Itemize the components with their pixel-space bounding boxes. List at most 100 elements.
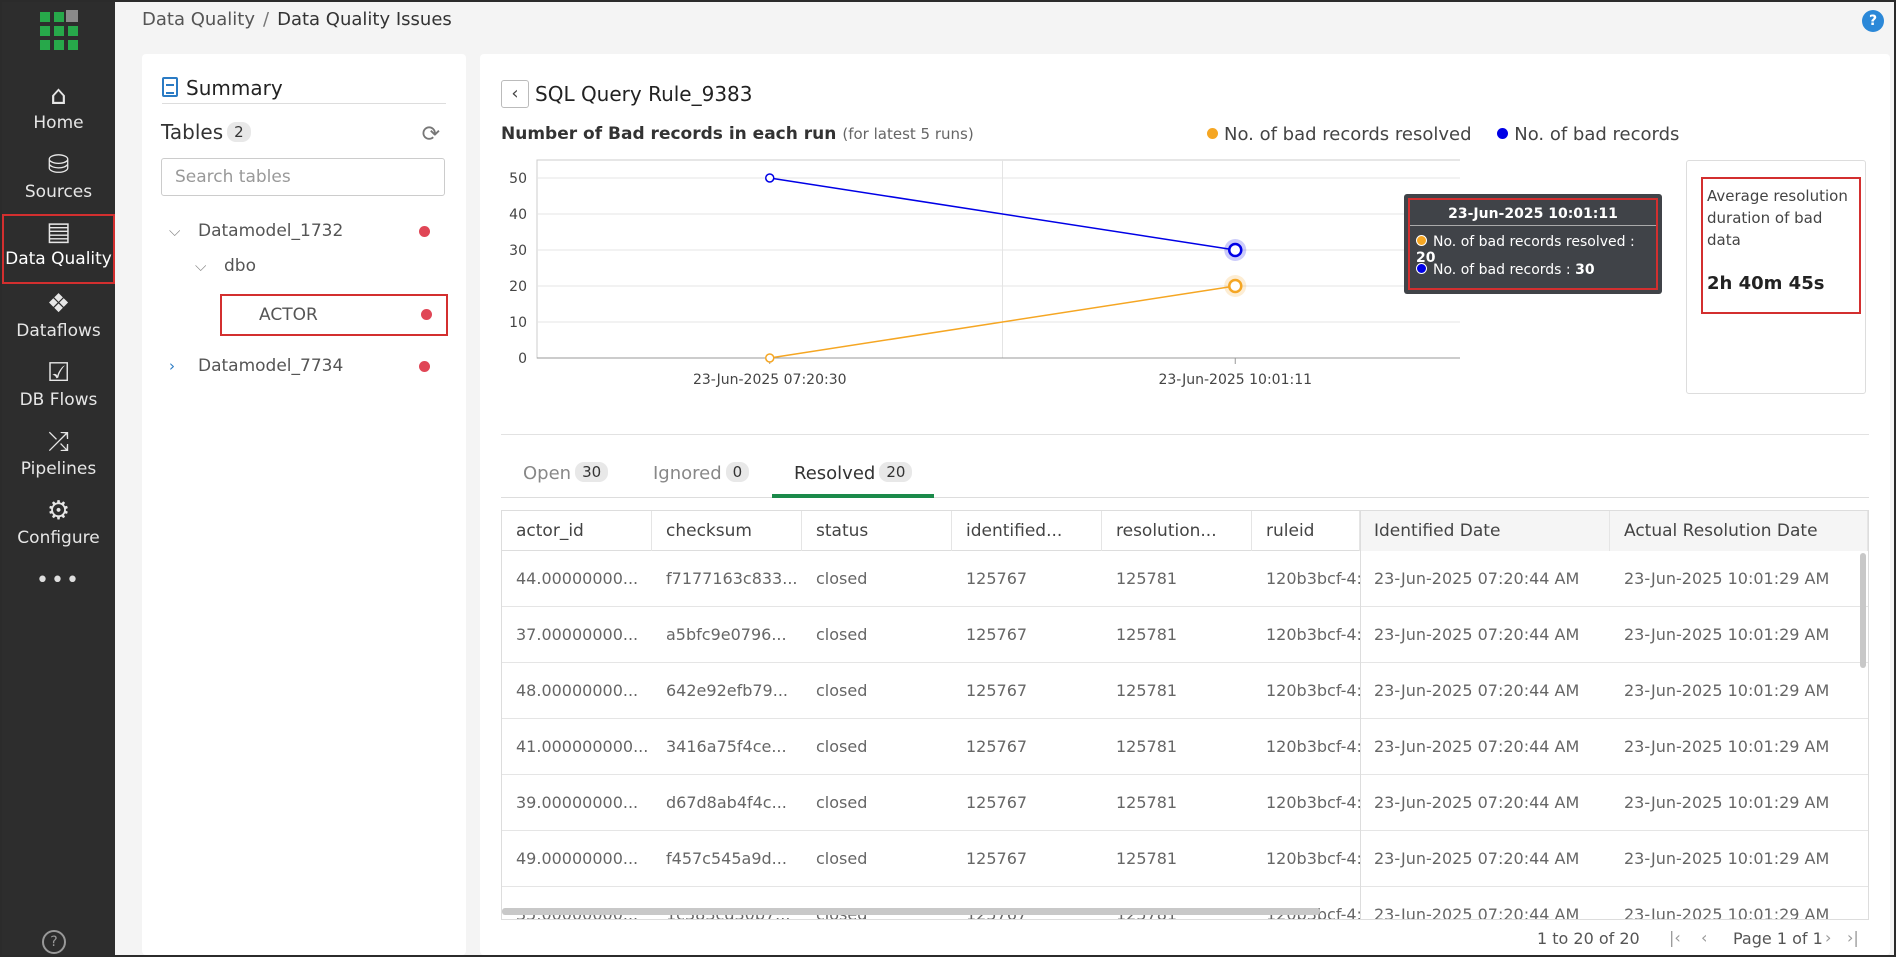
- table-cell: closed: [816, 625, 868, 644]
- status-dot: [421, 309, 432, 320]
- chevron-right-icon[interactable]: ›: [169, 349, 175, 383]
- column-header[interactable]: identified...: [952, 511, 1102, 551]
- table-row[interactable]: 37.00000000... a5bfc9e0796... closed 125767…: [502, 607, 1868, 663]
- table-cell: 23-Jun-2025 07:20:44 AM: [1374, 737, 1580, 756]
- column-header[interactable]: checksum: [652, 511, 802, 551]
- tooltip-bad-label: No. of bad records :: [1433, 262, 1576, 278]
- nav-dataflows[interactable]: ❖ Dataflows: [2, 288, 115, 356]
- breadcrumb-parent-link[interactable]: Data Quality: [142, 9, 255, 30]
- tooltip-row-bad: No. of bad records : 30: [1416, 262, 1595, 278]
- chart-title-text: Number of Bad records in each run: [501, 124, 837, 144]
- table-cell: closed: [816, 737, 868, 756]
- divider: [501, 434, 1869, 435]
- tooltip-resolved-label: No. of bad records resolved :: [1433, 234, 1635, 250]
- table-cell: closed: [816, 681, 868, 700]
- tooltip-bad-value: 30: [1575, 262, 1595, 278]
- tooltip-title: 23-Jun-2025 10:01:11: [1410, 206, 1656, 226]
- table-cell: 125767: [966, 849, 1028, 868]
- y-tick-label: 50: [509, 171, 527, 187]
- column-header[interactable]: ruleid: [1252, 511, 1360, 551]
- column-header[interactable]: Identified Date: [1360, 511, 1610, 551]
- y-tick-label: 20: [509, 279, 527, 295]
- refresh-icon[interactable]: ⟳: [422, 122, 440, 147]
- table-row[interactable]: 41.000000000... 3416a75f4ce... closed 12576…: [502, 719, 1868, 775]
- nav-sources[interactable]: ⛁ Sources: [2, 149, 115, 217]
- table-row[interactable]: 39.00000000... d67d8ab4f4c... closed 125767…: [502, 775, 1868, 831]
- tab-ignored[interactable]: Ignored 0: [631, 456, 771, 498]
- gear-icon: ⚙: [46, 496, 71, 526]
- table-cell: 44.00000000...: [516, 569, 639, 588]
- nav-db-flows[interactable]: ☑ DB Flows: [2, 357, 115, 425]
- breadcrumb-separator: /: [263, 9, 270, 30]
- legend-item-bad[interactable]: No. of bad records: [1497, 124, 1679, 145]
- column-header[interactable]: resolution...: [1102, 511, 1252, 551]
- nav-home[interactable]: ⌂ Home: [2, 80, 115, 148]
- side-nav: ⌂ Home ⛁ Sources ▤ Data Quality ❖ Datafl…: [2, 2, 115, 955]
- vertical-scrollbar[interactable]: [1860, 553, 1866, 668]
- help-icon[interactable]: ?: [1862, 10, 1884, 32]
- nav-data-quality[interactable]: ▤ Data Quality: [2, 214, 115, 284]
- nav-more-button[interactable]: •••: [2, 568, 115, 593]
- table-row[interactable]: 35.00000000...1c383cd30b7...closed125767…: [502, 887, 1868, 919]
- issue-tabs: Open 30 Ignored 0 Resolved 20: [501, 456, 1869, 498]
- tooltip-dot-resolved: [1416, 235, 1427, 246]
- back-button[interactable]: ‹: [501, 80, 529, 108]
- tree-item-label: ACTOR: [259, 305, 318, 325]
- table-cell: 125767: [966, 569, 1028, 588]
- data-point: [765, 173, 775, 183]
- tab-open[interactable]: Open 30: [501, 456, 630, 498]
- legend-item-resolved[interactable]: No. of bad records resolved: [1207, 124, 1472, 145]
- table-cell: closed: [816, 849, 868, 868]
- table-cell: d67d8ab4f4c...: [666, 793, 787, 812]
- tab-ignored-count: 0: [725, 462, 750, 482]
- table-cell: closed: [816, 569, 868, 588]
- tree-item-dbo[interactable]: ⌵ dbo: [142, 249, 466, 283]
- table-row[interactable]: 44.00000000... f7177163c833... closed 12576…: [502, 551, 1868, 607]
- table-cell: 125781: [1116, 569, 1178, 588]
- tab-resolved[interactable]: Resolved 20: [772, 456, 935, 498]
- nav-configure[interactable]: ⚙ Configure: [2, 495, 115, 563]
- nav-help-icon[interactable]: ?: [42, 930, 66, 954]
- column-header[interactable]: Actual Resolution Date: [1610, 511, 1868, 551]
- table-cell: f457c545a9d...: [666, 849, 787, 868]
- column-header[interactable]: status: [802, 511, 952, 551]
- avg-resolution-card: Average resolution duration of bad data …: [1686, 160, 1866, 394]
- breadcrumb-current: Data Quality Issues: [277, 9, 452, 30]
- pagination: 1 to 20 of 20 |‹ Page 1 of 1 ‹ › ›|: [501, 926, 1869, 952]
- nav-pipelines[interactable]: ⤮ Pipelines: [2, 426, 115, 494]
- tree-item-datamodel-7734[interactable]: › Datamodel_7734: [142, 349, 466, 383]
- prev-page-icon[interactable]: ‹: [1701, 928, 1707, 947]
- summary-header: Summary: [162, 76, 446, 104]
- tables-label: Tables: [161, 120, 224, 144]
- table-cell: 23-Jun-2025 10:01:29 AM: [1624, 681, 1830, 700]
- column-header[interactable]: actor_id: [502, 511, 652, 551]
- status-dot: [419, 361, 430, 372]
- first-page-icon[interactable]: |‹: [1669, 928, 1681, 947]
- horizontal-scrollbar[interactable]: [502, 908, 1320, 915]
- table-cell: 120b3bcf-4:: [1266, 793, 1360, 812]
- last-page-icon[interactable]: ›|: [1847, 928, 1859, 947]
- table-cell: 23-Jun-2025 10:01:29 AM: [1624, 737, 1830, 756]
- table-cell: 125781: [1116, 625, 1178, 644]
- table-cell: closed: [816, 793, 868, 812]
- tab-resolved-count: 20: [879, 462, 913, 482]
- table-cell: 125781: [1116, 681, 1178, 700]
- table-cell: 23-Jun-2025 10:01:29 AM: [1624, 625, 1830, 644]
- plot-border: [536, 159, 1460, 359]
- table-cell: 23-Jun-2025 07:20:44 AM: [1374, 569, 1580, 588]
- table-row[interactable]: 48.00000000... 642e92efb79... closed 125767…: [502, 663, 1868, 719]
- table-cell: 125781: [1102, 887, 1252, 919]
- y-tick-label: 0: [518, 351, 527, 367]
- chevron-down-icon[interactable]: ⌵: [169, 214, 180, 248]
- tree-item-actor[interactable]: ACTOR: [220, 294, 448, 336]
- nav-db-flows-label: DB Flows: [19, 390, 98, 410]
- data-point: [765, 353, 775, 363]
- chevron-down-icon[interactable]: ⌵: [195, 249, 206, 283]
- tree-item-label: dbo: [224, 256, 256, 276]
- tree-item-datamodel-1732[interactable]: ⌵ Datamodel_1732: [142, 214, 466, 248]
- app-logo-icon[interactable]: [40, 10, 78, 50]
- search-tables-input[interactable]: [161, 158, 445, 196]
- next-page-icon[interactable]: ›: [1825, 928, 1831, 947]
- bad-records-line-chart: 0 10 20 30 40 50 23-Jun-2025 07:20:30 23-Jun-20…: [509, 159, 1460, 388]
- table-row[interactable]: 49.00000000... f457c545a9d... closed 125767…: [502, 831, 1868, 887]
